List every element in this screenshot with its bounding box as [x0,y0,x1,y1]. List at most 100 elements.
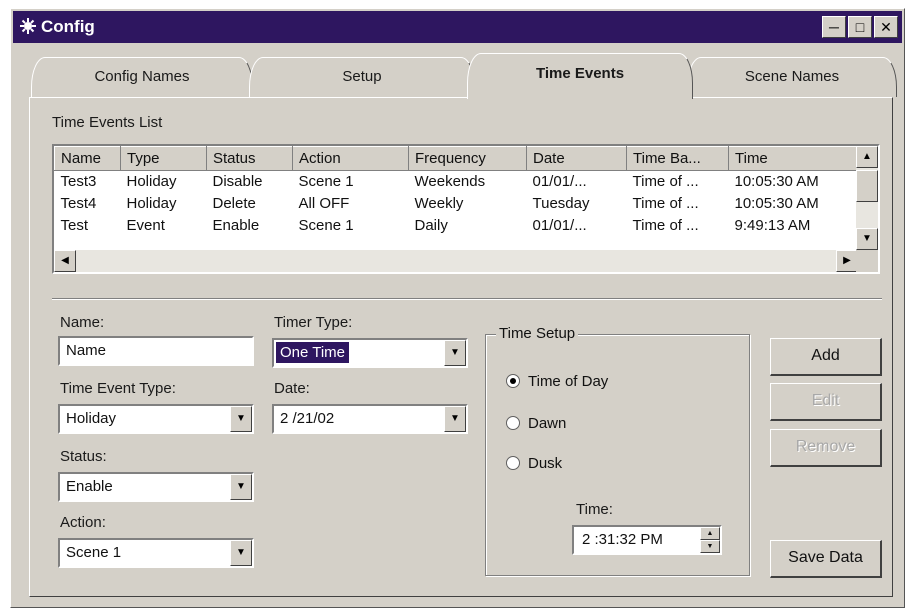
column-header[interactable]: Action [292,146,409,171]
table-cell: Test [60,217,89,234]
radio-button-icon [506,416,520,430]
tab-scene-names[interactable]: Scene Names [687,57,897,97]
table-row[interactable]: Test3 Holiday Disable Scene 1 Weekends 01/01/… [55,171,859,193]
action-select[interactable]: Scene 1 ▼ [58,538,254,568]
time-value: 2 :31:32 PM [582,531,663,548]
name-field[interactable]: Name [58,336,254,366]
close-button[interactable]: ✕ [874,16,898,38]
divider [52,298,882,300]
chevron-down-icon[interactable]: ▼ [444,406,466,432]
time-label: Time: [576,501,613,518]
table-cell: 10:05:30 AM [734,195,819,212]
column-header[interactable]: Name [54,146,121,171]
time-event-type-value: Holiday [66,410,117,427]
column-header[interactable]: Type [120,146,207,171]
table-cell: Scene 1 [298,217,354,234]
maximize-button[interactable]: □ [848,16,872,38]
column-header[interactable]: Time Ba... [626,146,729,171]
table-row[interactable]: Test4 Holiday Delete All OFF Weekly Tuesday Ti… [55,193,859,215]
time-events-panel: Time Events List Name Type Status Action Fre… [29,97,893,597]
table-cell: Tuesday [532,195,590,212]
minimize-icon: ─ [829,19,839,35]
spin-up-icon[interactable]: ▲ [700,527,720,540]
window-title: Config [41,17,95,36]
scroll-thumb[interactable] [856,170,878,202]
remove-button[interactable]: Remove [770,429,882,467]
table-cell: Daily [414,217,448,234]
table-row[interactable]: Test Event Enable Scene 1 Daily 01/01/... Time… [55,215,859,237]
table-cell: Enable [212,217,260,234]
radio-dusk[interactable]: Dusk [506,455,562,472]
table-cell: Delete [212,195,256,212]
column-header[interactable]: Time [728,146,859,171]
tab-config-names[interactable]: Config Names [31,57,253,97]
timer-type-select[interactable]: One Time ▼ [272,338,468,368]
timer-type-value: One Time [276,342,350,363]
time-stepper[interactable]: 2 :31:32 PM ▲ ▼ [572,525,722,555]
minimize-button[interactable]: ─ [822,16,846,38]
date-picker[interactable]: 2 /21/02 ▼ [272,404,468,434]
time-events-list-label: Time Events List [52,114,163,131]
timer-type-label: Timer Type: [274,314,353,331]
spin-down-icon[interactable]: ▼ [700,540,720,553]
arrow-down-icon: ▼ [862,233,872,244]
radio-button-icon [506,456,520,470]
table-cell: Disable [212,173,263,191]
horizontal-scrollbar[interactable]: ◀ ▶ [54,250,858,272]
table-cell: 9:49:13 AM [734,217,811,234]
config-window: Config ─ □ ✕ Config Names Setup Time Eve… [10,8,905,608]
add-button[interactable]: Add [770,338,882,376]
table-cell: Test4 [60,195,97,212]
radio-button-icon [506,374,520,388]
chevron-down-icon[interactable]: ▼ [230,406,252,432]
table-cell: All OFF [298,195,350,212]
table-cell: 10:05:30 AM [734,173,819,191]
vertical-scrollbar[interactable]: ▲ ▼ [856,146,878,250]
arrow-right-icon: ▶ [843,255,851,266]
table-cell: Test3 [60,173,97,191]
table-cell: Weekends [414,173,486,191]
status-value: Enable [66,478,113,495]
table-cell: Time of ... [632,173,699,191]
scroll-down-button[interactable]: ▼ [856,228,878,250]
table-cell: Holiday [126,173,177,191]
column-header[interactable]: Date [526,146,627,171]
radio-time-of-day-label: Time of Day [528,373,609,390]
time-event-type-select[interactable]: Holiday ▼ [58,404,254,434]
arrow-up-icon: ▲ [862,151,872,162]
chevron-down-icon[interactable]: ▼ [230,540,252,566]
chevron-down-icon[interactable]: ▼ [444,340,466,366]
time-events-list[interactable]: Name Type Status Action Frequency Date Time Ba… [52,144,880,274]
action-label: Action: [60,514,106,531]
tab-time-events[interactable]: Time Events [467,53,693,99]
action-value: Scene 1 [66,544,122,561]
close-icon: ✕ [880,19,892,35]
save-data-button[interactable]: Save Data [770,540,882,578]
chevron-down-icon[interactable]: ▼ [230,474,252,500]
date-value: 2 /21/02 [280,410,335,427]
tab-setup[interactable]: Setup [249,57,475,97]
radio-dawn[interactable]: Dawn [506,415,566,432]
radio-time-of-day[interactable]: Time of Day [506,373,608,390]
scroll-right-button[interactable]: ▶ [836,250,858,272]
status-select[interactable]: Enable ▼ [58,472,254,502]
title-bar[interactable]: Config ─ □ ✕ [13,11,902,43]
time-setup-group: Time Setup Time of Day Dawn Dusk Time: 2… [485,325,750,576]
radio-dusk-label: Dusk [528,455,563,472]
scroll-left-button[interactable]: ◀ [54,250,76,272]
time-event-type-label: Time Event Type: [60,380,176,397]
edit-button[interactable]: Edit [770,383,882,421]
name-label: Name: [60,314,105,331]
arrow-left-icon: ◀ [61,255,69,266]
column-header[interactable]: Frequency [408,146,527,171]
table-cell: Event [126,217,165,234]
table-cell: Weekly [414,195,464,212]
table-cell: 01/01/... [532,217,587,234]
scroll-up-button[interactable]: ▲ [856,146,878,168]
table-cell: Holiday [126,195,177,212]
app-icon [20,18,36,34]
time-events-table: Name Type Status Action Frequency Date Time Ba… [54,146,859,237]
column-header[interactable]: Status [206,146,293,171]
table-cell: Scene 1 [298,173,354,191]
scrollbar-corner [856,250,878,272]
